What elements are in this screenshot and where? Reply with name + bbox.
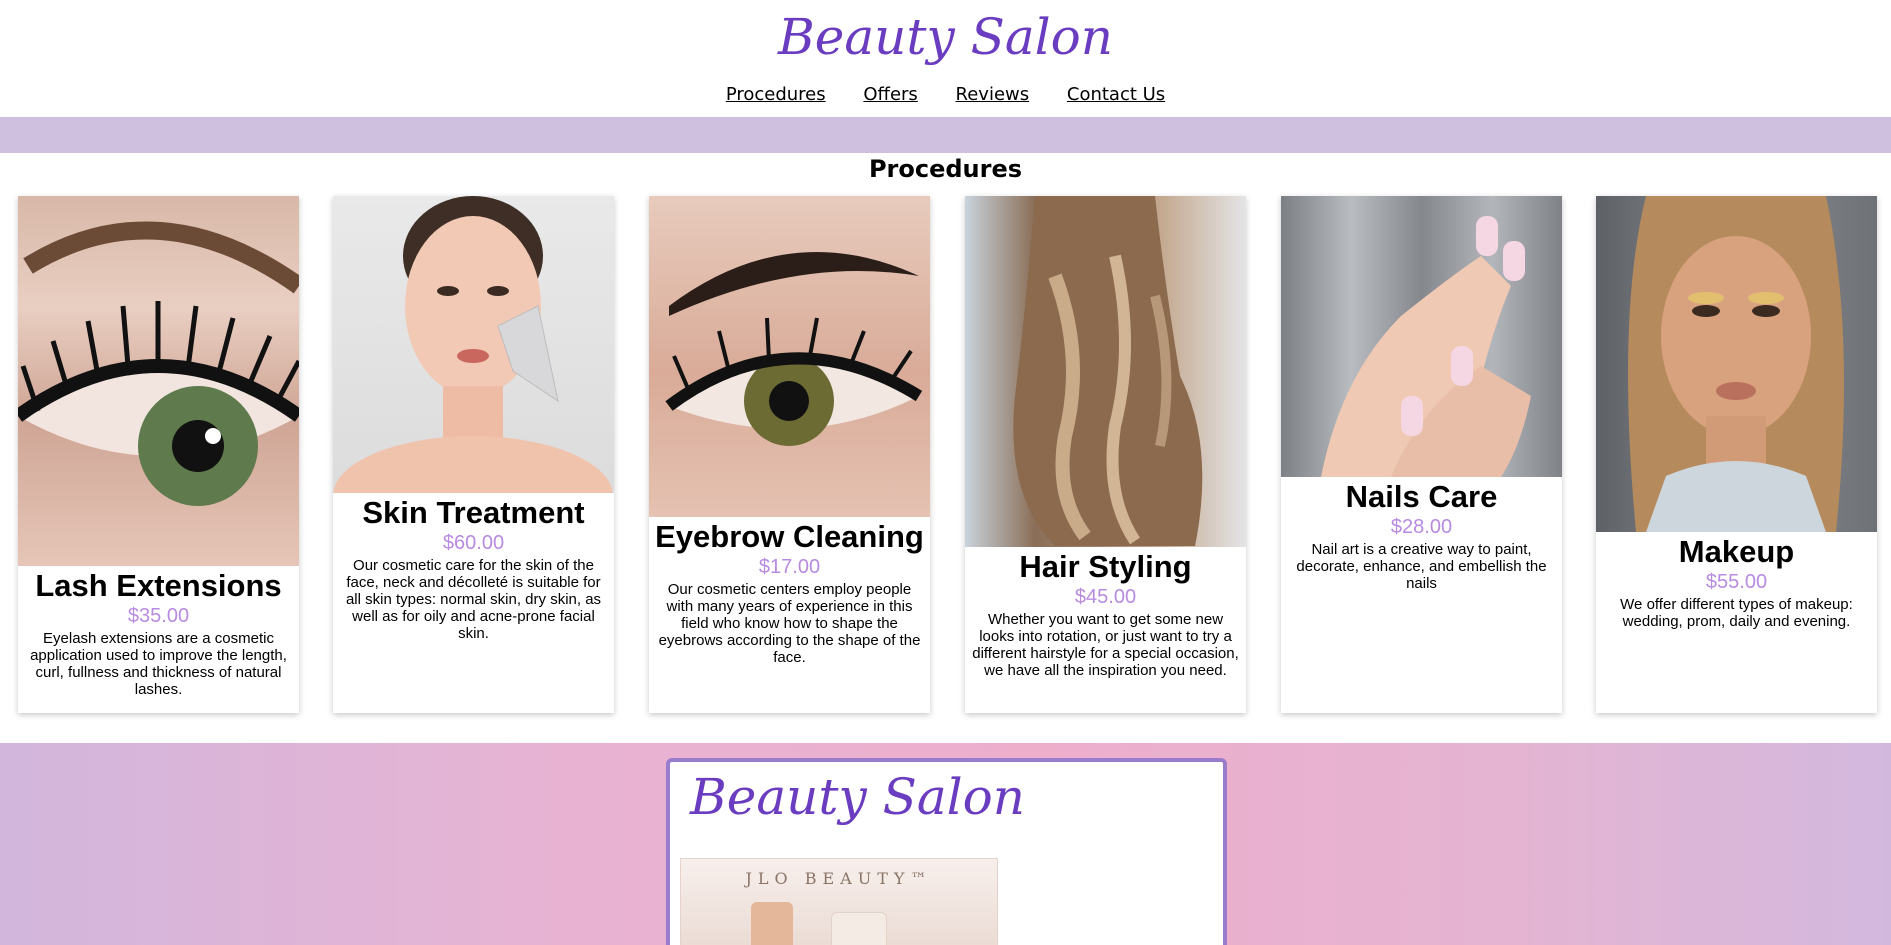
site-logo[interactable]: Beauty Salon bbox=[0, 6, 1891, 68]
procedure-card-hair-styling[interactable]: Hair Styling $45.00 Whether you want to … bbox=[965, 196, 1246, 713]
nav-reviews[interactable]: Reviews bbox=[956, 84, 1030, 105]
procedure-card-makeup[interactable]: Makeup $55.00 We offer different types o… bbox=[1596, 196, 1877, 713]
makeup-image bbox=[1596, 196, 1877, 532]
procedure-price: $55.00 bbox=[1705, 571, 1768, 593]
procedure-card-lash-extensions[interactable]: Lash Extensions $35.00 Eyelash extension… bbox=[18, 196, 299, 713]
nav-offers[interactable]: Offers bbox=[863, 84, 917, 105]
procedure-desc: Our cosmetic care for the skin of the fa… bbox=[345, 557, 602, 642]
procedure-name: Skin Treatment bbox=[362, 495, 585, 530]
hair-styling-image bbox=[965, 196, 1246, 547]
procedure-desc: We offer different types of makeup: wedd… bbox=[1620, 596, 1853, 630]
procedure-name: Lash Extensions bbox=[35, 568, 282, 603]
procedure-name: Nails Care bbox=[1345, 479, 1498, 514]
product-image: JLO BEAUTY™ bbox=[680, 858, 998, 945]
procedure-price: $35.00 bbox=[127, 605, 190, 627]
header-band bbox=[0, 117, 1891, 153]
skin-treatment-image bbox=[333, 196, 614, 493]
procedure-name: Makeup bbox=[1678, 534, 1795, 569]
nav-contact-us[interactable]: Contact Us bbox=[1067, 84, 1165, 105]
procedure-price: $45.00 bbox=[1074, 586, 1137, 608]
procedure-price: $17.00 bbox=[758, 556, 821, 578]
promo-card[interactable]: Beauty Salon JLO BEAUTY™ bbox=[666, 758, 1227, 945]
procedure-price: $28.00 bbox=[1390, 516, 1453, 538]
product-jar bbox=[831, 912, 887, 945]
procedure-name: Eyebrow Cleaning bbox=[655, 519, 924, 554]
procedure-price: $60.00 bbox=[442, 532, 505, 554]
procedure-desc: Whether you want to get some new looks i… bbox=[972, 611, 1239, 679]
procedure-desc: Nail art is a creative way to paint, dec… bbox=[1296, 541, 1547, 592]
nails-care-image bbox=[1281, 196, 1562, 477]
nav-procedures[interactable]: Procedures bbox=[726, 84, 826, 105]
eyebrow-cleaning-image bbox=[649, 196, 930, 517]
procedure-desc: Eyelash extensions are a cosmetic applic… bbox=[30, 630, 287, 698]
procedure-desc: Our cosmetic centers employ people with … bbox=[658, 581, 921, 666]
product-bottle bbox=[751, 902, 793, 945]
lash-extensions-image bbox=[18, 196, 299, 566]
product-brand-text: JLO BEAUTY™ bbox=[745, 869, 933, 888]
promo-logo: Beauty Salon bbox=[690, 768, 1025, 826]
procedure-card-eyebrow-cleaning[interactable]: Eyebrow Cleaning $17.00 Our cosmetic cen… bbox=[649, 196, 930, 713]
procedure-name: Hair Styling bbox=[1019, 549, 1192, 584]
procedure-card-nails-care[interactable]: Nails Care $28.00 Nail art is a creative… bbox=[1281, 196, 1562, 713]
procedure-card-skin-treatment[interactable]: Skin Treatment $60.00 Our cosmetic care … bbox=[333, 196, 614, 713]
main-nav: Procedures Offers Reviews Contact Us bbox=[0, 84, 1891, 105]
section-title: Procedures bbox=[868, 155, 1023, 183]
